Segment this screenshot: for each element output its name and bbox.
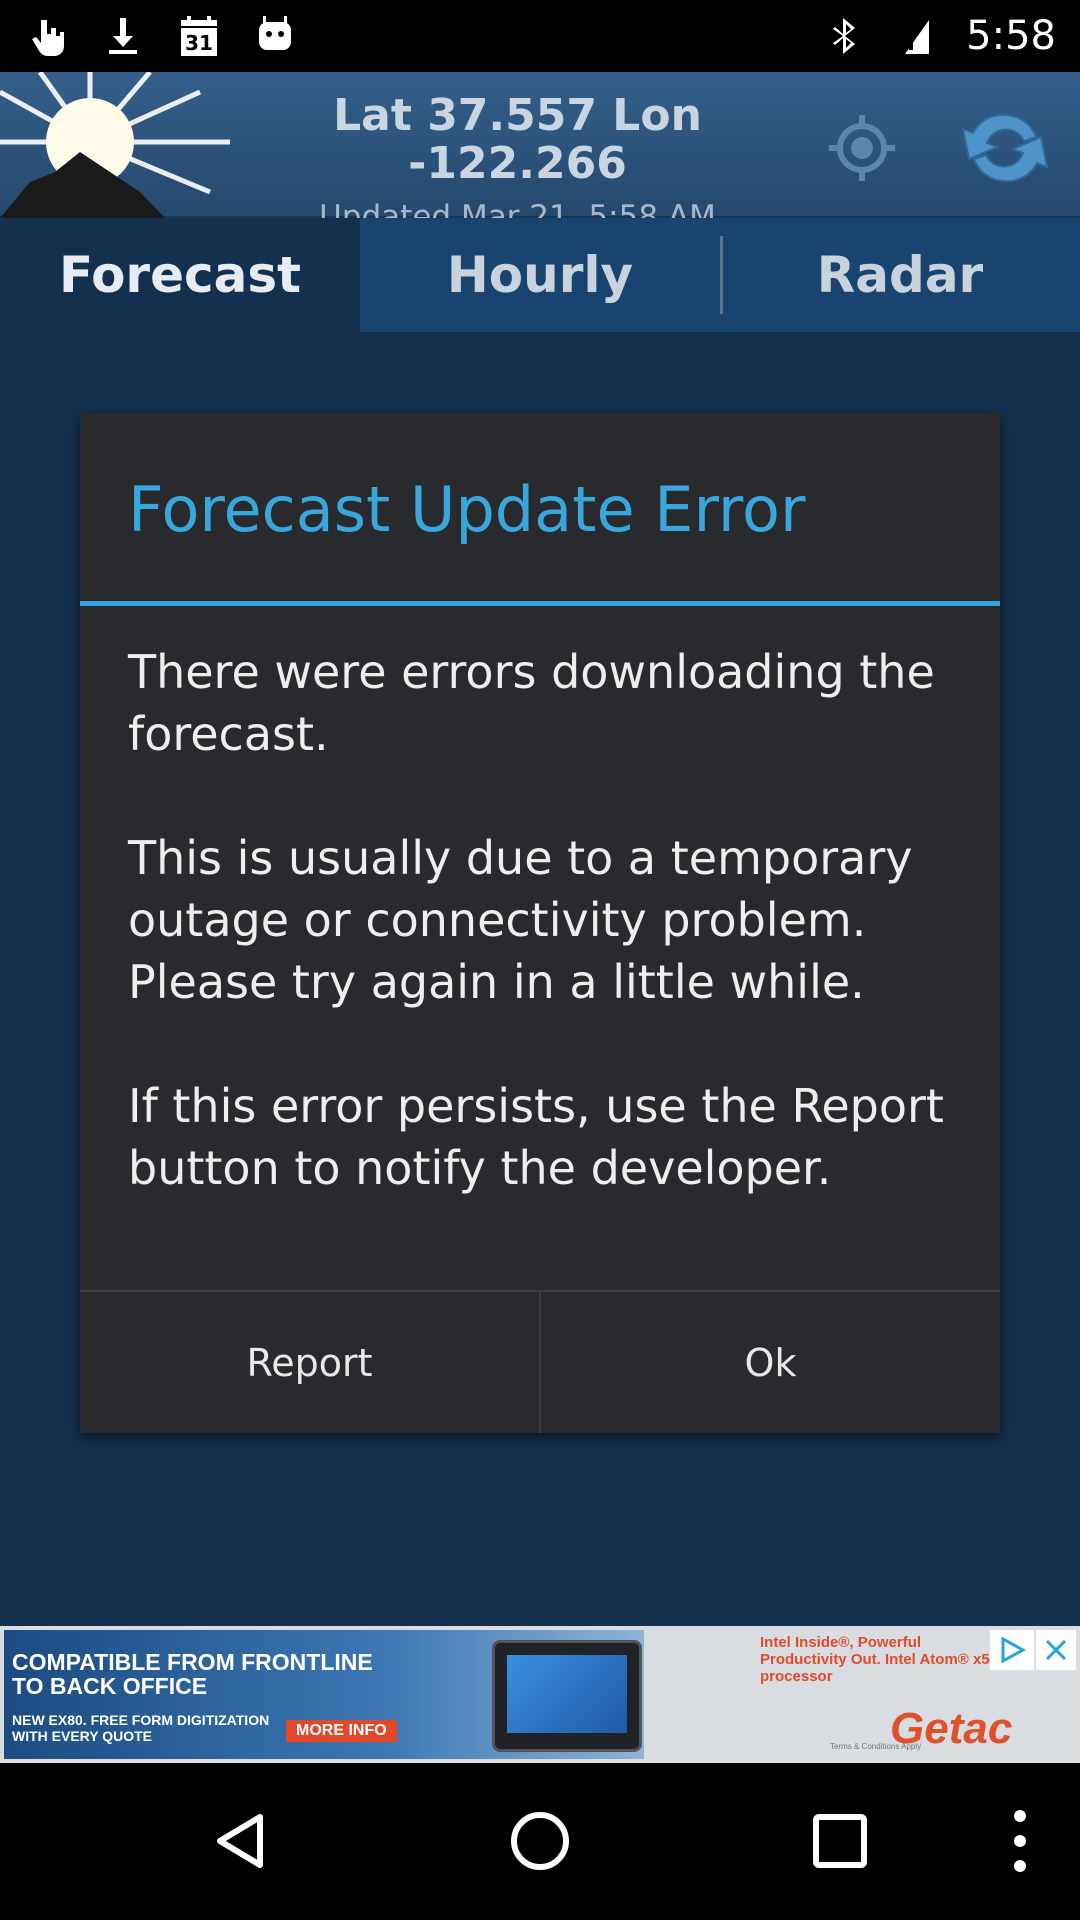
dialog-paragraph: There were errors downloading the foreca… — [128, 645, 935, 761]
tab-radar-label: Radar — [816, 246, 984, 304]
status-bar: 31 5:58 — [0, 0, 1080, 72]
location-title: Lat 37.557 Lon -122.266 — [333, 90, 702, 190]
ad-more-info-button[interactable]: MORE INFO — [286, 1720, 397, 1742]
dialog-paragraph: This is usually due to a temporary outag… — [128, 831, 913, 1009]
adchoices-icon[interactable] — [990, 1630, 1034, 1670]
svg-text:31: 31 — [185, 31, 213, 55]
report-button[interactable]: Report — [80, 1292, 539, 1433]
error-dialog: Forecast Update Error There were errors … — [80, 413, 1000, 1433]
android-icon — [252, 13, 298, 59]
dialog-paragraph: If this error persists, use the Report b… — [128, 1079, 944, 1195]
home-button[interactable] — [500, 1801, 580, 1881]
recents-button[interactable] — [800, 1801, 880, 1881]
touch-notification-icon — [24, 13, 70, 59]
ad-image-left[interactable]: COMPATIBLE FROM FRONTLINE TO BACK OFFICE… — [4, 1630, 644, 1759]
dialog-title: Forecast Update Error — [128, 473, 806, 546]
refresh-button[interactable] — [955, 98, 1055, 198]
dialog-message: There were errors downloading the foreca… — [128, 641, 958, 1199]
ok-button[interactable]: Ok — [539, 1292, 1000, 1433]
status-time: 5:58 — [966, 13, 1056, 59]
navigation-bar — [0, 1763, 1080, 1920]
overflow-menu-button[interactable] — [980, 1801, 1060, 1881]
ad-subtext: NEW EX80. FREE FORM DIGITIZATION WITH EV… — [12, 1712, 270, 1744]
tab-forecast[interactable]: Forecast — [0, 218, 360, 332]
dialog-button-bar: Report Ok — [80, 1290, 1000, 1433]
tablet-image — [492, 1640, 642, 1752]
recents-icon — [813, 1814, 867, 1868]
back-button[interactable] — [202, 1801, 282, 1881]
tab-radar[interactable]: Radar — [720, 218, 1080, 332]
tab-separator — [720, 236, 723, 314]
more-vert-icon — [1014, 1810, 1026, 1872]
ad-close-icon[interactable] — [1036, 1630, 1076, 1670]
ad-headline: COMPATIBLE FROM FRONTLINE TO BACK OFFICE — [12, 1649, 373, 1699]
bluetooth-icon — [822, 13, 868, 59]
ad-terms: Terms & Conditions Apply — [830, 1742, 922, 1751]
ad-right-text: Intel Inside®, Powerful Productivity Out… — [760, 1634, 990, 1685]
ad-banner[interactable]: COMPATIBLE FROM FRONTLINE TO BACK OFFICE… — [0, 1626, 1080, 1763]
crosshair-icon — [829, 115, 895, 181]
back-icon — [217, 1814, 263, 1868]
download-icon — [100, 13, 146, 59]
calendar-icon: 31 — [176, 13, 222, 59]
ad-image-right[interactable]: Intel Inside®, Powerful Productivity Out… — [760, 1634, 1012, 1754]
tab-bar: Forecast Hourly Radar — [0, 218, 1080, 332]
location-block[interactable]: Lat 37.557 Lon -122.266 Updated Mar 21, … — [240, 72, 795, 234]
sun-mountain-logo — [0, 70, 240, 218]
dialog-divider — [80, 601, 1000, 606]
home-icon — [511, 1812, 569, 1870]
app-header: Lat 37.557 Lon -122.266 Updated Mar 21, … — [0, 70, 1080, 235]
my-location-button[interactable] — [822, 108, 902, 188]
tab-hourly[interactable]: Hourly — [360, 218, 720, 332]
signal-icon — [894, 13, 940, 59]
refresh-icon — [961, 113, 1049, 183]
